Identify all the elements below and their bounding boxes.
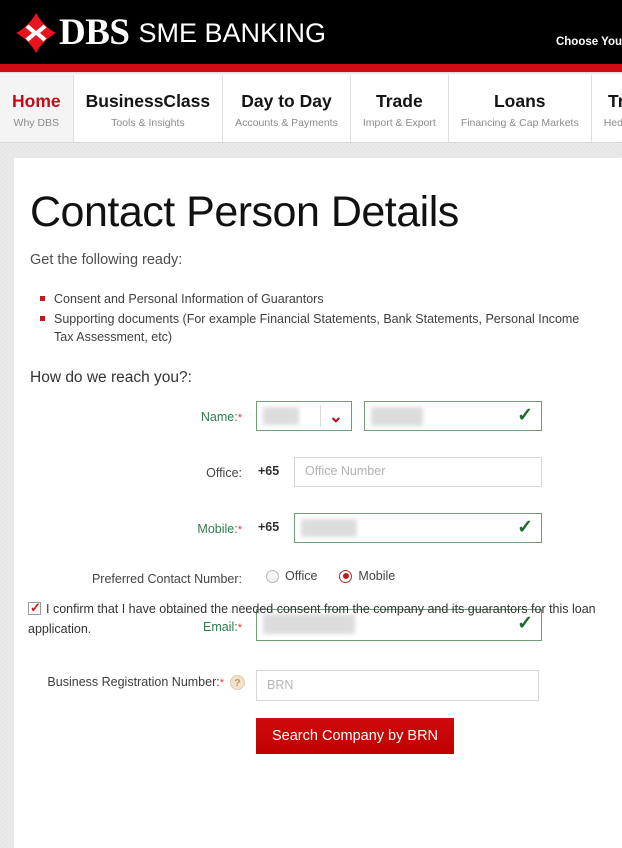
nav-item-title: Loans: [493, 91, 546, 111]
chevron-down-icon: ⌄: [328, 407, 343, 426]
nav-item-home[interactable]: Home Why DBS: [0, 75, 74, 142]
nav-item-title: Day to Day: [241, 91, 332, 111]
content-card: Contact Person Details Get the following…: [14, 158, 622, 848]
radio-button-mobile[interactable]: [339, 569, 353, 583]
salutation-select[interactable]: ⌄: [256, 401, 352, 431]
radio-button-office[interactable]: [266, 569, 279, 583]
site-header: DBS SME BANKING Choose You: [0, 0, 622, 64]
nav-item-title: Home: [12, 91, 61, 111]
required-marker: *: [237, 412, 242, 424]
radio-label-office: Office: [285, 569, 318, 583]
mobile-country-code: +65: [258, 520, 280, 534]
brand-name-dbs: DBS: [59, 12, 130, 53]
brn-input[interactable]: BRN: [256, 670, 539, 701]
nav-item-subtitle: Financing & Cap Markets: [460, 117, 579, 129]
nav-item-title: Trade: [375, 91, 423, 111]
mobile-label: Mobile:*: [197, 522, 242, 536]
consent-checkbox[interactable]: [28, 599, 41, 617]
header-red-rule: [0, 64, 622, 72]
brand-name-sme-banking: SME BANKING: [138, 18, 327, 48]
required-marker: *: [237, 524, 242, 536]
search-company-by-brn-button[interactable]: Search Company by BRN: [256, 718, 455, 754]
preferred-contact-label: Preferred Contact Number:: [91, 572, 242, 586]
list-item: Supporting documents (For example Financ…: [40, 310, 600, 346]
nav-item-businessclass[interactable]: BusinessClass Tools & Insights: [73, 75, 224, 142]
select-divider: [320, 405, 321, 427]
radio-option-mobile[interactable]: Mobile: [339, 569, 395, 583]
form-row-name: Name:* ⌄ ✓: [14, 401, 622, 457]
brn-label: Business Registration Number:*: [47, 675, 224, 689]
mobile-number-input[interactable]: ✓: [294, 513, 542, 543]
nav-item-treasury[interactable]: Tr Hedg: [591, 75, 622, 142]
nav-item-trade[interactable]: Trade Import & Export: [350, 75, 449, 142]
section-heading-contact: How do we reach you?:: [30, 369, 192, 386]
redacted-value: [301, 519, 357, 537]
nav-item-loans[interactable]: Loans Financing & Cap Markets: [448, 75, 592, 142]
name-label: Name:*: [200, 410, 242, 424]
country-selector-link[interactable]: Choose You: [556, 36, 622, 48]
list-item: Consent and Personal Information of Guar…: [40, 290, 600, 308]
form-row-mobile: Mobile:* +65 ✓: [14, 513, 622, 569]
check-icon: ✓: [517, 517, 533, 538]
main-navigation: Home Why DBS BusinessClass Tools & Insig…: [0, 75, 622, 143]
nav-item-subtitle: Accounts & Payments: [235, 117, 338, 129]
radio-option-office[interactable]: Office: [266, 569, 317, 583]
dbs-diamond-icon: [16, 13, 56, 53]
office-number-placeholder: Office Number: [305, 464, 386, 478]
brn-placeholder: BRN: [267, 678, 294, 692]
question-mark-icon[interactable]: ?: [230, 675, 245, 690]
form-row-brn: Business Registration Number:* ? BRN: [14, 670, 622, 714]
lead-text: Get the following ready:: [30, 252, 183, 268]
office-number-input[interactable]: Office Number: [294, 457, 542, 487]
requirements-list: Consent and Personal Information of Guar…: [40, 290, 600, 348]
nav-item-subtitle: Hedg: [603, 117, 622, 129]
redacted-value: [263, 407, 299, 425]
nav-item-subtitle: Tools & Insights: [111, 117, 185, 129]
office-country-code: +65: [258, 464, 280, 478]
nav-item-title: BusinessClass: [85, 91, 211, 111]
office-label: Office:: [206, 466, 242, 480]
nav-item-day-to-day[interactable]: Day to Day Accounts & Payments: [223, 75, 351, 142]
browser-page: DBS SME BANKING Choose You Home Why DBS …: [0, 0, 622, 848]
consent-text: I confirm that I have obtained the neede…: [28, 602, 596, 636]
preferred-contact-radio-group: Office Mobile: [266, 569, 417, 583]
page-title: Contact Person Details: [30, 188, 459, 236]
nav-item-subtitle: Why DBS: [13, 117, 60, 129]
name-input[interactable]: ✓: [364, 401, 542, 431]
check-icon: ✓: [517, 405, 533, 426]
nav-item-subtitle: Import & Export: [362, 117, 436, 129]
required-marker: *: [219, 677, 224, 689]
consent-row[interactable]: I confirm that I have obtained the neede…: [28, 599, 608, 639]
radio-label-mobile: Mobile: [358, 569, 396, 583]
form-row-office: Office: +65 Office Number: [14, 457, 622, 513]
nav-item-title: Tr: [607, 91, 622, 111]
redacted-value: [371, 407, 423, 426]
dbs-logo[interactable]: DBS SME BANKING: [16, 13, 326, 53]
